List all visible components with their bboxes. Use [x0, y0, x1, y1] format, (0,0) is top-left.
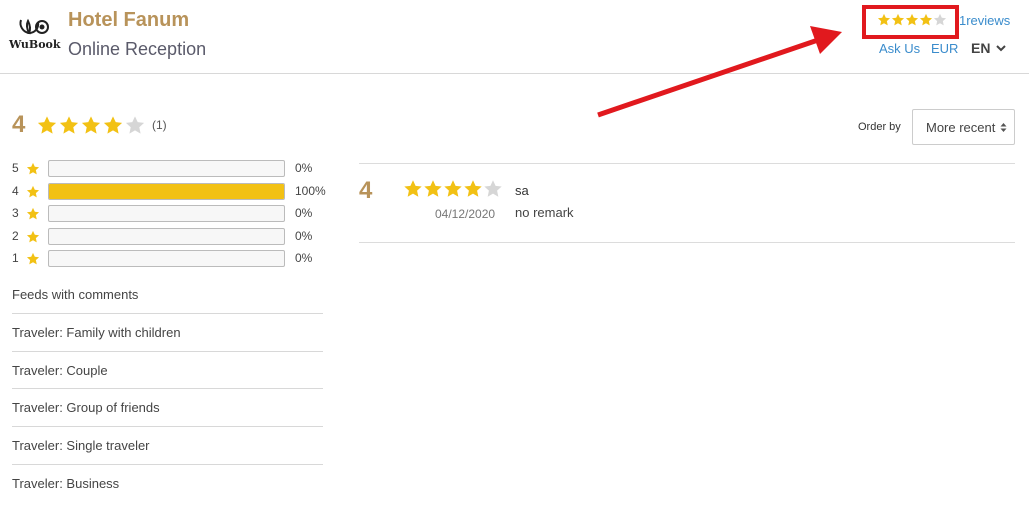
rating-distribution-row: 2 0%: [12, 227, 332, 246]
distribution-star-number: 2: [12, 228, 19, 243]
review-stars: [403, 179, 503, 199]
logo-text: WuBook: [9, 38, 61, 51]
page: WuBook Hotel Fanum Online Reception 1rev…: [0, 0, 1029, 513]
wubook-logo-icon: [19, 18, 49, 35]
distribution-star-number: 5: [12, 161, 19, 175]
distribution-bar: [48, 227, 285, 245]
rating-distribution-row: 3 0%: [12, 205, 332, 223]
star-icon: [26, 162, 40, 175]
average-rating: 4: [12, 111, 26, 138]
order-by-select[interactable]: More recent: [912, 109, 1015, 145]
review-count: (1): [152, 118, 167, 132]
wubook-logo[interactable]: WuBook: [9, 14, 61, 54]
star-empty-icon: [484, 180, 502, 197]
distribution-bar: [48, 250, 285, 267]
average-rating-stars: [36, 115, 146, 136]
header: WuBook Hotel Fanum Online Reception 1rev…: [0, 0, 1029, 74]
filter-traveler-type[interactable]: Traveler: Couple: [12, 363, 323, 378]
star-icon: [26, 230, 40, 242]
ask-us-link[interactable]: Ask Us: [879, 41, 920, 56]
star-filled-icon: [37, 116, 57, 134]
star-empty-icon: [125, 116, 145, 134]
distribution-bar: [48, 160, 285, 177]
distribution-percent: 100%: [295, 183, 326, 198]
star-filled-icon: [81, 116, 101, 134]
star-icon: [26, 185, 40, 197]
distribution-percent: 0%: [295, 161, 313, 175]
star-filled-icon: [103, 116, 123, 134]
order-by-value: More recent: [926, 120, 996, 135]
review-text: no remark: [515, 205, 574, 220]
language-selector[interactable]: EN: [971, 40, 1007, 56]
distribution-bar: [48, 205, 285, 222]
currency-selector[interactable]: EUR: [931, 41, 958, 56]
review-title: sa: [515, 183, 529, 198]
distribution-percent: 0%: [295, 251, 313, 265]
filter-divider: [12, 351, 323, 352]
annotation-arrow-icon: [597, 26, 842, 118]
review-score: 4: [359, 177, 373, 204]
filter-traveler-type[interactable]: Traveler: Group of friends: [12, 400, 323, 415]
star-filled-icon: [464, 180, 482, 197]
review-date: 04/12/2020: [435, 207, 496, 221]
distribution-percent: 0%: [295, 206, 313, 220]
order-by-label: Order by: [858, 121, 901, 133]
language-label: EN: [971, 40, 991, 56]
distribution-percent: 0%: [295, 228, 313, 243]
filter-traveler-type[interactable]: Traveler: Single traveler: [12, 438, 323, 453]
star-filled-icon: [424, 180, 442, 197]
rating-distribution-row: 5 0%: [12, 160, 332, 178]
filter-traveler-type[interactable]: Traveler: Business: [12, 476, 323, 491]
filter-divider: [12, 313, 323, 314]
distribution-star-number: 1: [12, 251, 19, 265]
distribution-bar: [48, 182, 285, 200]
star-filled-icon: [444, 180, 462, 197]
page-subtitle: Online Reception: [68, 39, 207, 59]
chevron-down-icon: [996, 44, 1007, 51]
rating-distribution-row: 1 0%: [12, 250, 332, 268]
sort-caret-icon: [1000, 123, 1007, 132]
filter-traveler-type[interactable]: Traveler: Family with children: [12, 325, 323, 340]
star-icon: [26, 252, 40, 265]
star-icon: [26, 207, 40, 220]
filter-divider: [12, 464, 323, 465]
distribution-star-number: 4: [12, 183, 19, 198]
distribution-star-number: 3: [12, 206, 19, 220]
star-filled-icon: [59, 116, 79, 134]
filter-divider: [12, 388, 323, 389]
star-filled-icon: [404, 180, 422, 197]
review-divider: [359, 242, 1015, 243]
review-divider: [359, 163, 1015, 164]
distribution-bar-fill: [49, 183, 284, 199]
rating-distribution-row: 4 100%: [12, 182, 332, 201]
filter-divider: [12, 426, 323, 427]
highlight-box: [862, 5, 959, 39]
filter-feeds-with-comments[interactable]: Feeds with comments: [12, 287, 323, 302]
hotel-name: Hotel Fanum: [68, 9, 190, 31]
reviews-link[interactable]: 1reviews: [959, 13, 1010, 28]
